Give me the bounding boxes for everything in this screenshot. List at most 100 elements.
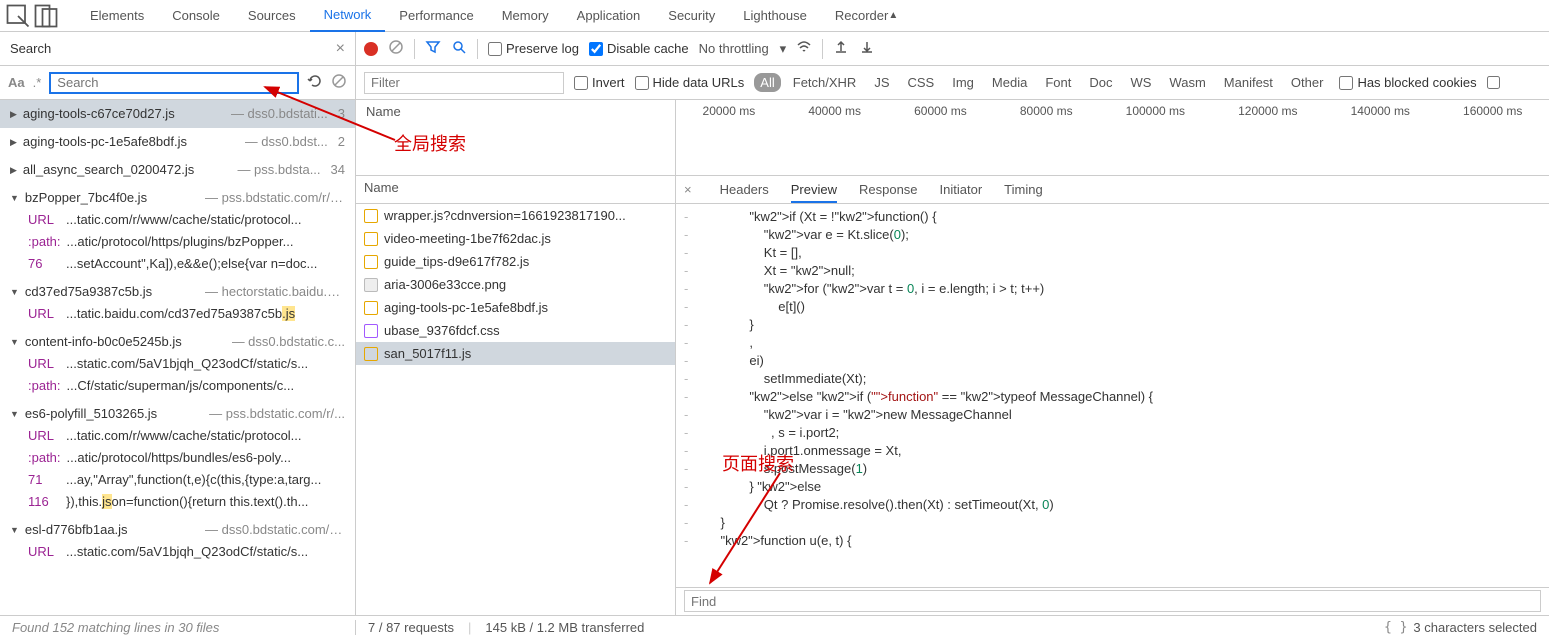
- search-result-line[interactable]: :path:...atic/protocol/https/plugins/bzP…: [10, 231, 345, 253]
- throttle-select[interactable]: No throttling ▾: [699, 41, 786, 57]
- find-input[interactable]: [684, 590, 1541, 612]
- timeline-tick: 60000 ms: [914, 104, 967, 175]
- timeline-tick: 40000 ms: [808, 104, 861, 175]
- search-result[interactable]: ▼es6-polyfill_5103265.js — pss.bdstatic.…: [0, 400, 355, 516]
- tab-elements[interactable]: Elements: [76, 0, 158, 32]
- search-result-line[interactable]: URL...tatic.baidu.com/cd37ed75a9387c5b.j…: [10, 303, 345, 325]
- detail-tab-timing[interactable]: Timing: [1004, 182, 1043, 197]
- tab-lighthouse[interactable]: Lighthouse: [729, 0, 821, 32]
- search-result[interactable]: ▼esl-d776bfb1aa.js — dss0.bdstatic.com/5…: [0, 516, 355, 566]
- find-bar: [676, 587, 1549, 615]
- search-result-line[interactable]: :path:...atic/protocol/https/bundles/es6…: [10, 447, 345, 469]
- preview-code[interactable]: - "kw2">if (Xt = !"kw2">function() {- "k…: [676, 204, 1549, 587]
- request-item[interactable]: san_5017f11.js: [356, 342, 675, 365]
- chip-all[interactable]: All: [754, 73, 780, 92]
- filter-bar: Invert Hide data URLs All Fetch/XHR JS CSS I…: [356, 66, 1549, 99]
- search-result-line[interactable]: 76...setAccount",Ka]),e&&e();else{var n=…: [10, 253, 345, 275]
- wifi-icon[interactable]: [796, 39, 812, 58]
- chip-doc[interactable]: Doc: [1083, 73, 1118, 92]
- tab-network[interactable]: Network: [310, 0, 386, 32]
- search-result[interactable]: ▼content-info-b0c0e5245b.js — dss0.bdsta…: [0, 328, 355, 400]
- search-result-line[interactable]: URL...tatic.com/r/www/cache/static/proto…: [10, 209, 345, 231]
- devtools-tabbar: ElementsConsoleSourcesNetworkPerformance…: [0, 0, 1549, 32]
- timeline[interactable]: Name 20000 ms40000 ms60000 ms80000 ms100…: [356, 100, 1549, 176]
- search-controls: Aa .​*: [0, 66, 356, 99]
- braces-icon[interactable]: { }: [1384, 620, 1407, 635]
- detail-tab-preview[interactable]: Preview: [791, 182, 837, 203]
- search-result-line[interactable]: URL...static.com/5aV1bjqh_Q23odCf/static…: [10, 541, 345, 563]
- chip-font[interactable]: Font: [1039, 73, 1077, 92]
- request-item[interactable]: wrapper.js?cdnversion=1661923817190...: [356, 204, 675, 227]
- search-result-line[interactable]: 116}),this.json=function(){return this.t…: [10, 491, 345, 513]
- upload-icon[interactable]: [833, 39, 849, 58]
- clear-icon[interactable]: [331, 73, 347, 92]
- timeline-tick: 20000 ms: [703, 104, 756, 175]
- request-count: 7 / 87 requests: [368, 620, 454, 635]
- tab-recorder[interactable]: Recorder ▲: [821, 0, 912, 32]
- request-item[interactable]: aging-tools-pc-1e5afe8bdf.js: [356, 296, 675, 319]
- timeline-tick: 160000 ms: [1463, 104, 1522, 175]
- regex-icon[interactable]: .​*: [33, 75, 42, 90]
- invert-checkbox[interactable]: Invert: [574, 75, 625, 90]
- chip-manifest[interactable]: Manifest: [1218, 73, 1279, 92]
- chip-wasm[interactable]: Wasm: [1163, 73, 1211, 92]
- tab-console[interactable]: Console: [158, 0, 234, 32]
- search-results: ▶aging-tools-c67ce70d27.js — dss0.bdstat…: [0, 100, 356, 615]
- tab-security[interactable]: Security: [654, 0, 729, 32]
- tab-application[interactable]: Application: [563, 0, 655, 32]
- close-icon[interactable]: ×: [684, 182, 692, 197]
- case-icon[interactable]: Aa: [8, 75, 25, 90]
- chip-other[interactable]: Other: [1285, 73, 1330, 92]
- search-result-line[interactable]: :path:...Cf/static/superman/js/component…: [10, 375, 345, 397]
- search-result[interactable]: ▶aging-tools-pc-1e5afe8bdf.js — dss0.bds…: [0, 128, 355, 156]
- search-drawer-header: Search ×: [0, 32, 356, 65]
- clear-button[interactable]: [388, 39, 404, 58]
- filter-icon[interactable]: [425, 39, 441, 58]
- timeline-tick: 120000 ms: [1238, 104, 1297, 175]
- inspect-icon[interactable]: [4, 2, 32, 30]
- request-item[interactable]: guide_tips-d9e617f782.js: [356, 250, 675, 273]
- detail-tab-initiator[interactable]: Initiator: [940, 182, 983, 197]
- detail-tab-response[interactable]: Response: [859, 182, 918, 197]
- download-icon[interactable]: [859, 39, 875, 58]
- search-result-line[interactable]: 71...ay,"Array",function(t,e){c(this,{ty…: [10, 469, 345, 491]
- search-result[interactable]: ▶aging-tools-c67ce70d27.js — dss0.bdstat…: [0, 100, 355, 128]
- chip-ws[interactable]: WS: [1124, 73, 1157, 92]
- chip-js[interactable]: JS: [868, 73, 895, 92]
- timeline-tick: 80000 ms: [1020, 104, 1073, 175]
- close-icon[interactable]: ×: [336, 40, 345, 58]
- timeline-tick: 140000 ms: [1351, 104, 1410, 175]
- search-result[interactable]: ▼bzPopper_7bc4f0e.js — pss.bdstatic.com/…: [0, 184, 355, 278]
- preserve-log-checkbox[interactable]: Preserve log: [488, 41, 579, 56]
- device-icon[interactable]: [32, 2, 60, 30]
- selection-status: 3 characters selected: [1413, 620, 1537, 635]
- disable-cache-checkbox[interactable]: Disable cache: [589, 41, 689, 56]
- search-icon[interactable]: [451, 39, 467, 58]
- search-result-line[interactable]: URL...static.com/5aV1bjqh_Q23odCf/static…: [10, 353, 345, 375]
- chip-css[interactable]: CSS: [902, 73, 941, 92]
- refresh-icon[interactable]: [307, 73, 323, 92]
- record-button[interactable]: [364, 42, 378, 56]
- search-result[interactable]: ▼cd37ed75a9387c5b.js — hectorstatic.baid…: [0, 278, 355, 328]
- request-item[interactable]: ubase_9376fdcf.css: [356, 319, 675, 342]
- search-input[interactable]: [49, 72, 299, 94]
- network-toolbar: Preserve log Disable cache No throttling…: [356, 32, 1549, 65]
- tab-memory[interactable]: Memory: [488, 0, 563, 32]
- extra-checkbox[interactable]: [1487, 76, 1500, 89]
- blocked-cookies-checkbox[interactable]: Has blocked cookies: [1339, 75, 1476, 90]
- chip-fetch-xhr[interactable]: Fetch/XHR: [787, 73, 863, 92]
- tab-sources[interactable]: Sources: [234, 0, 310, 32]
- hide-data-urls-checkbox[interactable]: Hide data URLs: [635, 75, 745, 90]
- search-result-line[interactable]: URL...tatic.com/r/www/cache/static/proto…: [10, 425, 345, 447]
- tab-performance[interactable]: Performance: [385, 0, 487, 32]
- chip-media[interactable]: Media: [986, 73, 1033, 92]
- name-header: Name: [366, 104, 401, 119]
- search-summary: Found 152 matching lines in 30 files: [0, 620, 356, 635]
- detail-tab-headers[interactable]: Headers: [720, 182, 769, 197]
- request-item[interactable]: video-meeting-1be7f62dac.js: [356, 227, 675, 250]
- filter-input[interactable]: [364, 72, 564, 94]
- transfer-size: 145 kB / 1.2 MB transferred: [485, 620, 644, 635]
- search-result[interactable]: ▶all_async_search_0200472.js — pss.bdsta…: [0, 156, 355, 184]
- chip-img[interactable]: Img: [946, 73, 980, 92]
- request-item[interactable]: aria-3006e33cce.png: [356, 273, 675, 296]
